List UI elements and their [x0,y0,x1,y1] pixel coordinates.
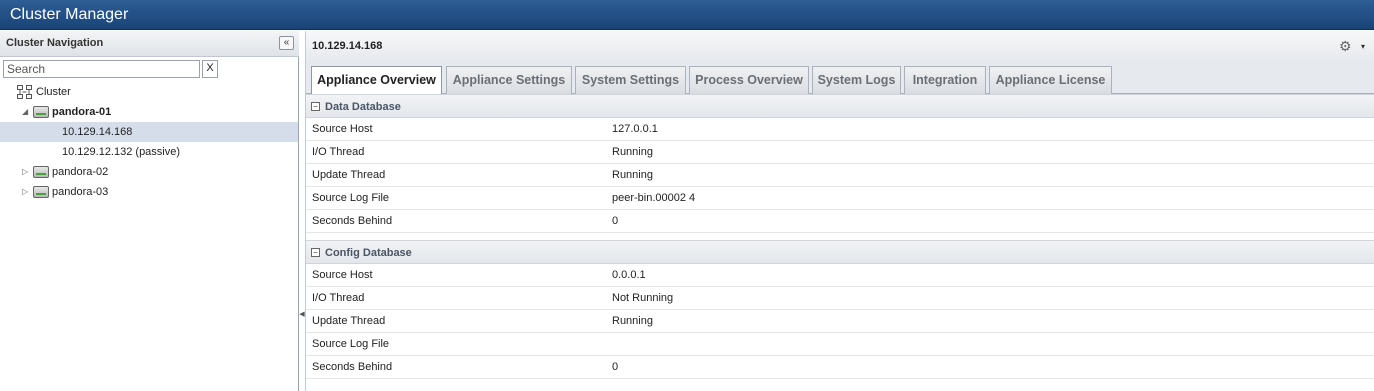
tree-item-label: pandora-01 [52,106,112,118]
server-icon [33,186,49,198]
property-key: I/O Thread [312,292,365,304]
property-row: Source Log File [306,333,1374,356]
collapse-panel-button[interactable]: « [279,36,294,50]
property-value: Running [612,146,653,158]
tree-item-label: pandora-02 [52,166,109,178]
property-key: Update Thread [312,315,386,327]
appliance-panel: 10.129.14.168 ⚙ ▾ Appliance Overview Appl… [305,31,1374,391]
property-key: Source Host [312,123,373,135]
property-key: Seconds Behind [312,215,393,227]
property-row: Update Thread Running [306,164,1374,187]
section-title: Config Database [325,247,412,259]
page-title: 10.129.14.168 [312,40,383,52]
collapse-section-icon[interactable]: − [311,102,320,111]
property-value: 127.0.0.1 [612,123,658,135]
tree-item-label: 10.129.12.132 (passive) [62,146,181,158]
property-key: I/O Thread [312,146,365,158]
tree-item-label: Cluster [36,86,71,98]
server-icon [33,106,49,118]
property-value: 0 [612,361,619,373]
property-row: Source Log File peer-bin.00002 4 [306,187,1374,210]
tree-item-cluster[interactable]: Cluster [0,82,298,102]
property-row: I/O Thread Not Running [306,287,1374,310]
search-input[interactable] [3,60,200,78]
tree-item-node-passive[interactable]: 10.129.12.132 (passive) [0,142,298,162]
tab-appliance-overview[interactable]: Appliance Overview [311,66,442,95]
tree-item-pandora-01[interactable]: ◢ pandora-01 [0,102,298,122]
property-row: Source Host 127.0.0.1 [306,118,1374,141]
title-bar: Cluster Manager [0,0,1374,30]
property-value: Not Running [612,292,674,304]
property-value: peer-bin.00002 4 [612,192,696,204]
section-title: Data Database [325,101,401,113]
property-key: Source Host [312,269,373,281]
settings-menu-button[interactable]: ⚙ ▾ [1339,38,1365,54]
tree-item-pandora-02[interactable]: ▷ pandora-02 [0,162,298,182]
cluster-navigation-panel: Cluster Navigation « X Cluster ◢ pandora… [0,31,299,391]
property-value: Running [612,315,653,327]
property-value: 0 [612,215,619,227]
search-box: X [3,60,218,78]
section-header-config-database[interactable]: − Config Database [306,240,1374,264]
cluster-icon [17,85,32,99]
tab-integration[interactable]: Integration [904,66,986,94]
tab-bar: Appliance Overview Appliance Settings Sy… [306,61,1374,95]
navigation-header: Cluster Navigation « [0,31,299,57]
tab-system-settings[interactable]: System Settings [575,66,686,94]
clear-search-button[interactable]: X [202,60,218,78]
cluster-tree: Cluster ◢ pandora-01 10.129.14.168 10.12… [0,82,298,202]
tree-item-pandora-03[interactable]: ▷ pandora-03 [0,182,298,202]
tab-appliance-settings[interactable]: Appliance Settings [446,66,572,94]
dropdown-caret-icon: ▾ [1360,42,1365,51]
property-row: Seconds Behind 0 [306,356,1374,379]
property-key: Seconds Behind [312,361,393,373]
property-row: I/O Thread Running [306,141,1374,164]
property-value: Running [612,169,653,181]
tab-system-logs[interactable]: System Logs [812,66,901,94]
app-title: Cluster Manager [10,6,129,23]
collapsed-triangle-icon[interactable]: ▷ [22,182,28,202]
appliance-header: 10.129.14.168 ⚙ ▾ [306,31,1374,61]
tree-item-label: 10.129.14.168 [62,126,133,138]
property-key: Source Log File [312,192,390,204]
collapsed-triangle-icon[interactable]: ▷ [22,162,28,182]
property-key: Source Log File [312,338,390,350]
tree-item-node-selected[interactable]: 10.129.14.168 [0,122,298,142]
section-header-data-database[interactable]: − Data Database [306,94,1374,118]
gear-icon: ⚙ [1339,38,1352,54]
tab-appliance-license[interactable]: Appliance License [989,66,1112,94]
property-row: Seconds Behind 0 [306,210,1374,233]
tab-process-overview[interactable]: Process Overview [689,66,809,94]
navigation-title: Cluster Navigation [6,37,104,49]
collapse-section-icon[interactable]: − [311,248,320,257]
overview-content: − Data Database Source Host 127.0.0.1 I/O… [306,94,1374,379]
property-key: Update Thread [312,169,386,181]
tree-item-label: pandora-03 [52,186,109,198]
property-row: Source Host 0.0.0.1 [306,264,1374,287]
property-value: 0.0.0.1 [612,269,646,281]
expanded-triangle-icon[interactable]: ◢ [22,102,28,122]
server-icon [33,166,49,178]
property-row: Update Thread Running [306,310,1374,333]
